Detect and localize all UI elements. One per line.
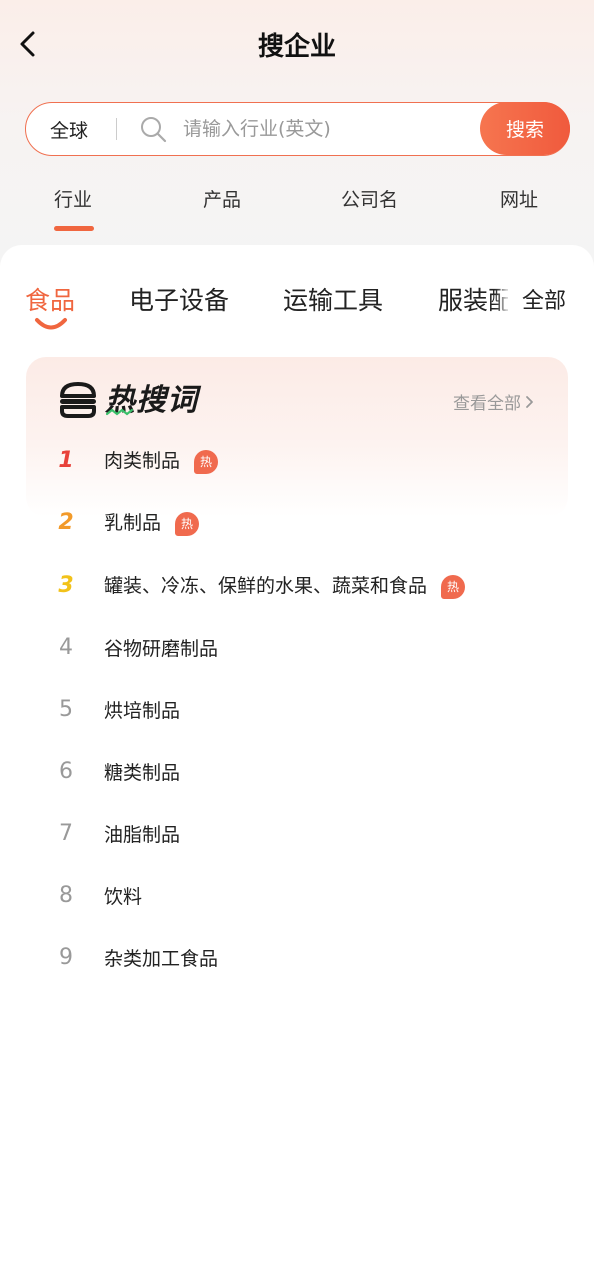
list-item[interactable]: 2 乳制品热	[0, 502, 594, 542]
search-button[interactable]: 搜索	[480, 102, 570, 155]
view-all-label: 查看全部	[453, 394, 521, 414]
tab-product[interactable]: 产品	[203, 185, 241, 212]
list-item[interactable]: 7 油脂制品	[0, 813, 594, 853]
rank-number: 3	[58, 572, 74, 598]
item-label: 烘培制品	[104, 699, 181, 722]
content-panel: 食品 电子设备 运输工具 服装配 全部 热搜词 查看全部 1 肉类制品热 2 乳…	[0, 245, 594, 1280]
rank-number: 6	[59, 758, 73, 784]
search-divider	[116, 118, 117, 140]
category-tabs: 食品 电子设备 运输工具 服装配	[0, 275, 594, 335]
item-label: 罐装、冷冻、保鲜的水果、蔬菜和食品热	[104, 571, 466, 599]
active-category-indicator	[35, 318, 67, 330]
rank-number: 5	[59, 696, 73, 722]
category-electronics[interactable]: 电子设备	[129, 281, 229, 317]
rank-number: 7	[59, 820, 73, 846]
list-item[interactable]: 9 杂类加工食品	[0, 937, 594, 977]
list-item[interactable]: 8 饮料	[0, 875, 594, 915]
burger-icon	[60, 382, 96, 418]
rank-number: 8	[59, 882, 73, 908]
list-item[interactable]: 3 罐装、冷冻、保鲜的水果、蔬菜和食品热	[0, 565, 594, 605]
all-categories-button[interactable]: 全部	[508, 277, 594, 321]
page-title: 搜企业	[257, 32, 336, 62]
item-label: 油脂制品	[104, 823, 181, 846]
rank-number: 9	[59, 944, 73, 970]
category-apparel[interactable]: 服装配	[438, 281, 510, 317]
rank-number: 1	[58, 447, 74, 473]
item-label: 乳制品热	[104, 508, 200, 536]
list-item[interactable]: 4 谷物研磨制品	[0, 627, 594, 667]
chevron-right-icon	[526, 395, 533, 408]
hot-badge: 热	[441, 574, 466, 599]
list-item[interactable]: 1 肉类制品热	[0, 440, 594, 480]
tab-industry[interactable]: 行业	[54, 185, 92, 212]
category-transport[interactable]: 运输工具	[283, 281, 383, 317]
rank-number: 4	[59, 634, 73, 660]
item-label: 饮料	[104, 885, 143, 908]
hot-badge: 热	[194, 449, 219, 474]
category-food[interactable]: 食品	[25, 281, 75, 317]
list-item[interactable]: 5 烘培制品	[0, 689, 594, 729]
item-label: 杂类加工食品	[104, 947, 219, 970]
search-type-tabs: 行业 产品 公司名 网址	[0, 180, 594, 240]
item-label: 谷物研磨制品	[104, 637, 219, 660]
region-selector[interactable]: 全球	[26, 116, 116, 143]
hot-badge: 热	[175, 511, 200, 536]
search-bar: 全球 搜索	[25, 102, 570, 156]
tab-website[interactable]: 网址	[500, 185, 538, 212]
active-tab-indicator	[54, 226, 94, 231]
list-item[interactable]: 6 糖类制品	[0, 751, 594, 791]
rank-number: 2	[58, 509, 74, 535]
search-icon	[141, 117, 167, 143]
view-all-link[interactable]: 查看全部	[453, 389, 534, 414]
header: 搜企业	[0, 0, 594, 90]
item-label: 肉类制品热	[104, 446, 219, 474]
item-label: 糖类制品	[104, 761, 181, 784]
category-clip: 服装配	[438, 275, 510, 335]
wave-decoration-icon	[106, 408, 134, 416]
tab-company-name[interactable]: 公司名	[341, 185, 398, 212]
